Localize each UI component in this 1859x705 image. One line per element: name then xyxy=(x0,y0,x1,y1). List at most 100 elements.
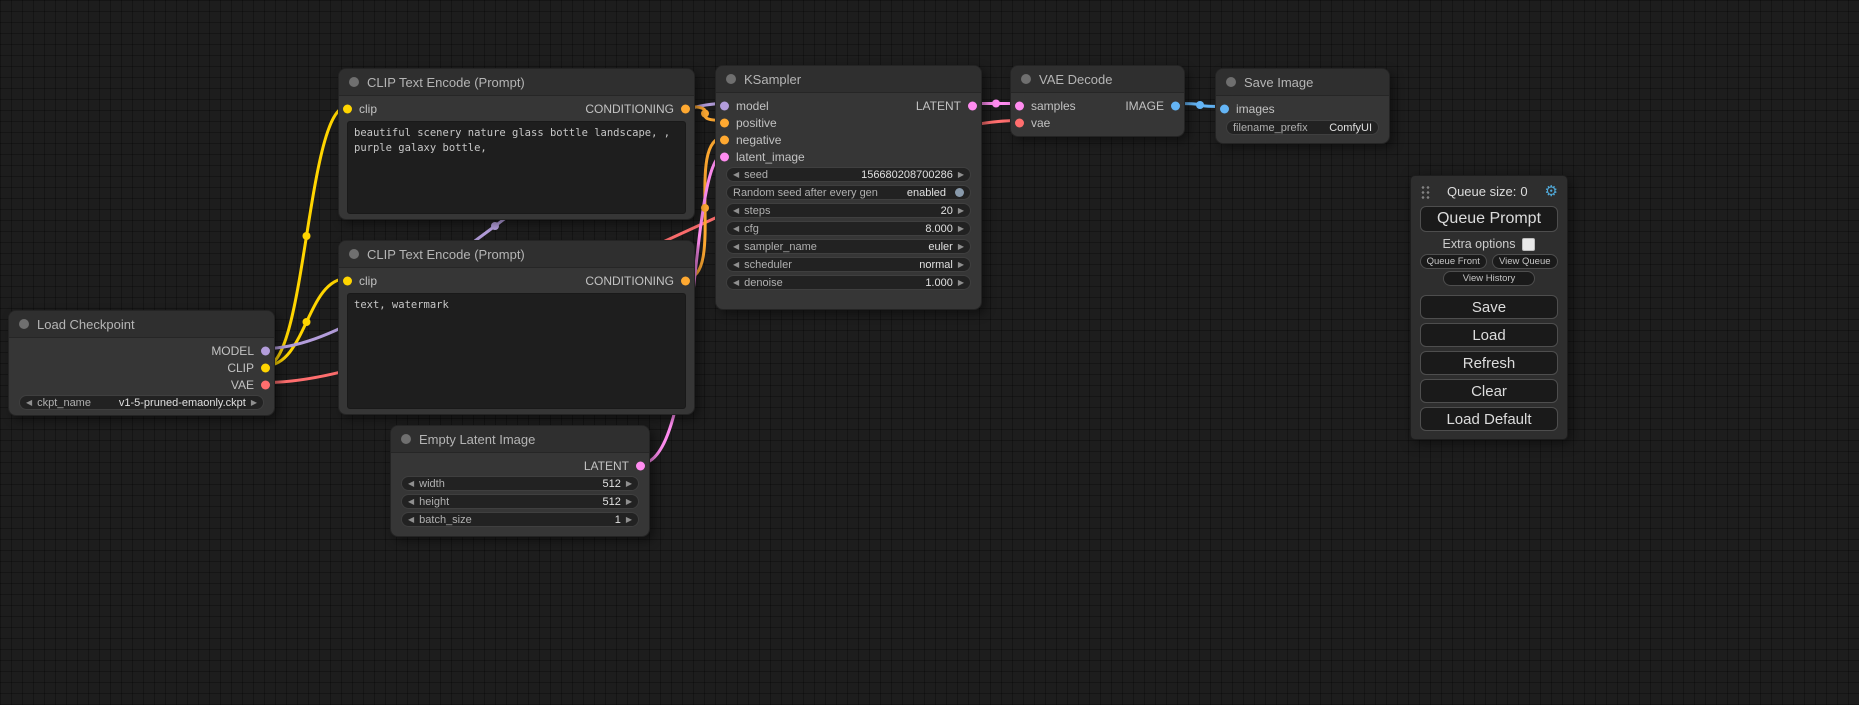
node-title: Save Image xyxy=(1244,75,1313,90)
widget-value: 512 xyxy=(602,496,620,508)
ckpt-name-widget[interactable]: ◀ ckpt_name v1-5-pruned-emaonly.ckpt ▶ xyxy=(19,395,264,410)
link-midpoint-dot xyxy=(1196,101,1204,109)
vae-input-dot[interactable] xyxy=(1015,118,1024,127)
node-save-image-titlebar[interactable]: Save Image xyxy=(1216,69,1389,96)
node-empty-latent-image-titlebar[interactable]: Empty Latent Image xyxy=(391,426,649,453)
filename-prefix-widget[interactable]: filename_prefix ComfyUI xyxy=(1226,120,1379,135)
input-label-negative: negative xyxy=(736,133,781,147)
queue-front-button[interactable]: Queue Front xyxy=(1420,254,1487,269)
node-clip-text-encode-positive-titlebar[interactable]: CLIP Text Encode (Prompt) xyxy=(339,69,694,96)
extra-options-checkbox[interactable] xyxy=(1522,238,1535,251)
image-output-dot[interactable] xyxy=(1171,101,1180,110)
load-default-button[interactable]: Load Default xyxy=(1420,407,1558,431)
clip-input-dot[interactable] xyxy=(343,104,352,113)
conditioning-output-dot[interactable] xyxy=(681,104,690,113)
steps-widget[interactable]: ◀ steps 20 ▶ xyxy=(726,203,971,218)
collapse-toggle-icon[interactable] xyxy=(349,249,359,259)
output-label-latent: LATENT xyxy=(584,459,629,473)
clear-button[interactable]: Clear xyxy=(1420,379,1558,403)
collapse-toggle-icon[interactable] xyxy=(349,77,359,87)
node-empty-latent-image[interactable]: Empty Latent Image LATENT ◀ width 512 ▶ … xyxy=(390,425,650,537)
height-widget[interactable]: ◀ height 512 ▶ xyxy=(401,494,639,509)
collapse-toggle-icon[interactable] xyxy=(401,434,411,444)
decrement-arrow-icon[interactable]: ◀ xyxy=(733,279,739,287)
node-load-checkpoint-titlebar[interactable]: Load Checkpoint xyxy=(9,311,274,338)
positive-input-dot[interactable] xyxy=(720,118,729,127)
increment-arrow-icon[interactable]: ▶ xyxy=(958,171,964,179)
output-label-vae: VAE xyxy=(231,378,254,392)
decrement-arrow-icon[interactable]: ◀ xyxy=(408,516,414,524)
settings-gear-icon[interactable]: ⚙ xyxy=(1545,184,1558,199)
increment-arrow-icon[interactable]: ▶ xyxy=(958,261,964,269)
cfg-widget[interactable]: ◀ cfg 8.000 ▶ xyxy=(726,221,971,236)
vae-output-dot[interactable] xyxy=(261,380,270,389)
sampler-name-widget[interactable]: ◀ sampler_name euler ▶ xyxy=(726,239,971,254)
collapse-toggle-icon[interactable] xyxy=(1021,74,1031,84)
widget-value: euler xyxy=(928,241,952,253)
negative-prompt-textarea[interactable]: text, watermark xyxy=(347,293,686,409)
batch-size-widget[interactable]: ◀ batch_size 1 ▶ xyxy=(401,512,639,527)
input-label-latent-image: latent_image xyxy=(736,150,805,164)
drag-handle-icon[interactable] xyxy=(1420,184,1430,199)
latent-output-dot[interactable] xyxy=(968,101,977,110)
latent-output-dot[interactable] xyxy=(636,461,645,470)
decrement-arrow-icon[interactable]: ◀ xyxy=(733,207,739,215)
node-clip-text-encode-negative[interactable]: CLIP Text Encode (Prompt) clip CONDITION… xyxy=(338,240,695,415)
decrement-arrow-icon[interactable]: ◀ xyxy=(408,480,414,488)
clip-input-dot[interactable] xyxy=(343,276,352,285)
node-ksampler-titlebar[interactable]: KSampler xyxy=(716,66,981,93)
node-vae-decode-titlebar[interactable]: VAE Decode xyxy=(1011,66,1184,93)
view-queue-button[interactable]: View Queue xyxy=(1492,254,1559,269)
model-output-dot[interactable] xyxy=(261,346,270,355)
increment-arrow-icon[interactable]: ▶ xyxy=(958,207,964,215)
decrement-arrow-icon[interactable]: ◀ xyxy=(733,171,739,179)
decrement-arrow-icon[interactable]: ◀ xyxy=(733,261,739,269)
collapse-toggle-icon[interactable] xyxy=(19,319,29,329)
node-load-checkpoint[interactable]: Load Checkpoint MODEL CLIP VAE ◀ ckpt_na… xyxy=(8,310,275,416)
seed-widget[interactable]: ◀ seed 156680208700286 ▶ xyxy=(726,167,971,182)
collapse-toggle-icon[interactable] xyxy=(1226,77,1236,87)
node-save-image[interactable]: Save Image images filename_prefix ComfyU… xyxy=(1215,68,1390,144)
node-ksampler[interactable]: KSampler model LATENT positive negative … xyxy=(715,65,982,310)
refresh-button[interactable]: Refresh xyxy=(1420,351,1558,375)
decrement-arrow-icon[interactable]: ◀ xyxy=(408,498,414,506)
width-widget[interactable]: ◀ width 512 ▶ xyxy=(401,476,639,491)
widget-value: ComfyUI xyxy=(1329,122,1372,134)
increment-arrow-icon[interactable]: ▶ xyxy=(958,243,964,251)
increment-arrow-icon[interactable]: ▶ xyxy=(958,225,964,233)
widget-value: 512 xyxy=(602,478,620,490)
increment-arrow-icon[interactable]: ▶ xyxy=(626,498,632,506)
queue-prompt-button[interactable]: Queue Prompt xyxy=(1420,206,1558,232)
decrement-arrow-icon[interactable]: ◀ xyxy=(733,243,739,251)
toggle-on-dot-icon[interactable] xyxy=(955,188,964,197)
node-title: KSampler xyxy=(744,72,801,87)
denoise-widget[interactable]: ◀ denoise 1.000 ▶ xyxy=(726,275,971,290)
increment-arrow-icon[interactable]: ▶ xyxy=(958,279,964,287)
conditioning-output-dot[interactable] xyxy=(681,276,690,285)
positive-prompt-textarea[interactable]: beautiful scenery nature glass bottle la… xyxy=(347,121,686,214)
node-vae-decode[interactable]: VAE Decode samples IMAGE vae xyxy=(1010,65,1185,137)
images-input-dot[interactable] xyxy=(1220,104,1229,113)
load-button[interactable]: Load xyxy=(1420,323,1558,347)
menu-header: Queue size:0 ⚙ xyxy=(1420,182,1558,200)
node-clip-text-encode-negative-titlebar[interactable]: CLIP Text Encode (Prompt) xyxy=(339,241,694,268)
latent-image-input-dot[interactable] xyxy=(720,152,729,161)
decrement-arrow-icon[interactable]: ◀ xyxy=(26,399,32,407)
random-seed-toggle-widget[interactable]: Random seed after every gen enabled xyxy=(726,185,971,200)
output-slot-clip: CLIP xyxy=(9,359,274,376)
increment-arrow-icon[interactable]: ▶ xyxy=(626,480,632,488)
negative-input-dot[interactable] xyxy=(720,135,729,144)
save-button[interactable]: Save xyxy=(1420,295,1558,319)
decrement-arrow-icon[interactable]: ◀ xyxy=(733,225,739,233)
increment-arrow-icon[interactable]: ▶ xyxy=(626,516,632,524)
increment-arrow-icon[interactable]: ▶ xyxy=(251,399,257,407)
collapse-toggle-icon[interactable] xyxy=(726,74,736,84)
slot-row: clip CONDITIONING xyxy=(339,272,694,289)
queue-size-status: Queue size:0 xyxy=(1430,184,1545,199)
node-clip-text-encode-positive[interactable]: CLIP Text Encode (Prompt) clip CONDITION… xyxy=(338,68,695,220)
samples-input-dot[interactable] xyxy=(1015,101,1024,110)
scheduler-widget[interactable]: ◀ scheduler normal ▶ xyxy=(726,257,971,272)
clip-output-dot[interactable] xyxy=(261,363,270,372)
view-history-button[interactable]: View History xyxy=(1443,271,1535,286)
model-input-dot[interactable] xyxy=(720,101,729,110)
